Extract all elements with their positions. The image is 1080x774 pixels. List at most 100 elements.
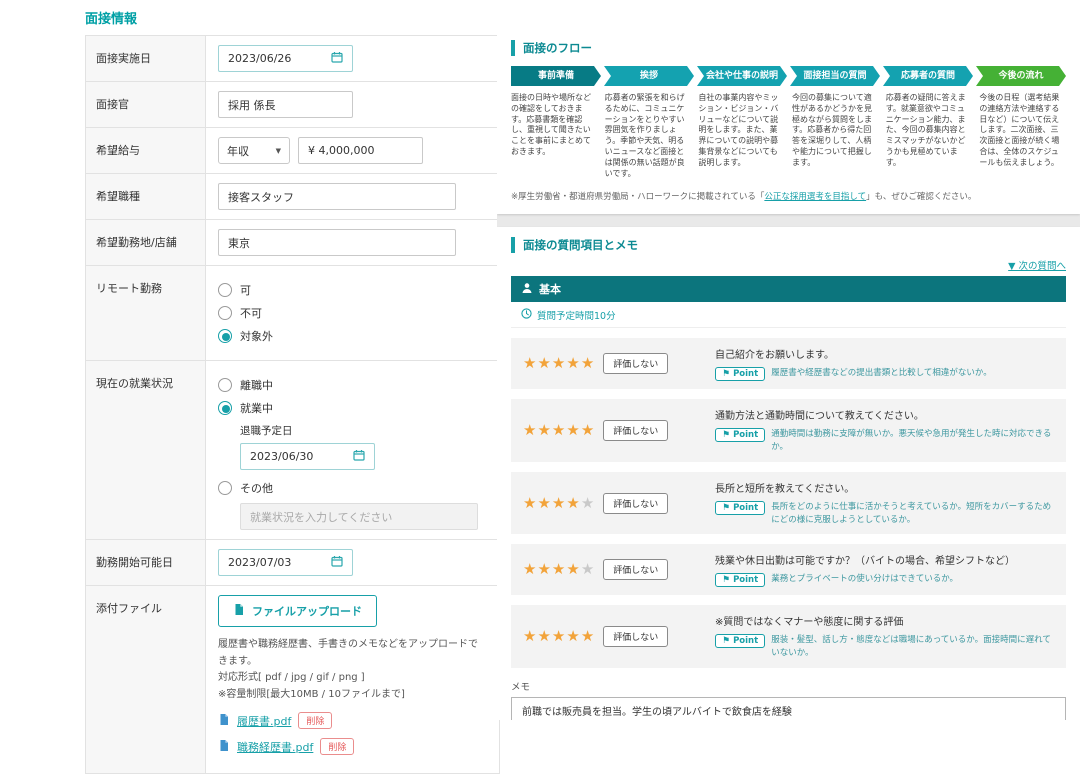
question-item: ★★★★★ 評価しない ※質問ではなくマナーや態度に関する評価 ⚑ Point 服… xyxy=(511,605,1066,668)
salary-amount-input[interactable]: ¥ 4,000,000 xyxy=(298,137,423,164)
radio-icon xyxy=(218,283,232,297)
no-rating-button[interactable]: 評価しない xyxy=(603,353,669,375)
flag-icon: ⚑ xyxy=(722,369,731,380)
point-text: 業務とプライベートの使い分けはできているか。 xyxy=(771,574,959,585)
interview-info-panel: 面接情報 面接実施日 2023/06/26 面接官 採用 係長 希望給与 年収 xyxy=(85,8,500,774)
calendar-icon[interactable] xyxy=(331,51,343,66)
interview-form-table: 面接実施日 2023/06/26 面接官 採用 係長 希望給与 年収 ▼ ¥ 4… xyxy=(85,35,500,774)
delete-file-button[interactable]: 削除 xyxy=(320,738,355,755)
flow-step-interviewer-questions: 面接担当の質問 xyxy=(790,66,880,86)
flow-step-greeting: 挨拶 xyxy=(604,66,694,86)
radio-employment-other[interactable]: その他 xyxy=(218,480,487,496)
file-upload-button[interactable]: ファイルアップロード xyxy=(218,595,377,627)
flow-description: 面接の日時や場所などの確認をしておきます。応募書類を確認し、重視して聞きたいこと… xyxy=(511,93,591,156)
field-label-start-date: 勤務開始可能日 xyxy=(85,539,206,586)
flag-icon: ⚑ xyxy=(722,636,731,647)
point-badge: ⚑ Point xyxy=(715,500,766,515)
point-text: 長所をどのように仕事に活かそうと考えているか。短所をカバーするためにどの様に克服… xyxy=(771,501,1052,525)
radio-employment-unemployed[interactable]: 離職中 xyxy=(218,377,487,393)
table-row: 希望給与 年収 ▼ ¥ 4,000,000 xyxy=(85,127,500,174)
flow-description: 今回の募集について適性があるかどうかを見極めながら質問をします。応募者から得た回… xyxy=(792,93,873,167)
field-label-salary: 希望給与 xyxy=(85,127,206,174)
radio-remote-no[interactable]: 不可 xyxy=(218,305,487,321)
flow-step-company-explanation: 会社や仕事の説明 xyxy=(697,66,787,86)
table-row: 現在の就業状況 離職中 就業中 退職予定日 2023/06/30 その他 就業状… xyxy=(85,360,500,540)
question-text: 残業や休日出勤は可能ですか？（バイトの場合、希望シフトなど） xyxy=(715,556,1015,568)
retirement-date-input[interactable]: 2023/06/30 xyxy=(240,443,375,470)
question-text: ※質問ではなくマナーや態度に関する評価 xyxy=(715,617,904,629)
question-item: ★★★★★ 評価しない 通勤方法と通勤時間について教えてください。 ⚑ Point… xyxy=(511,399,1066,462)
radio-icon xyxy=(218,306,232,320)
radio-icon xyxy=(218,329,232,343)
person-icon xyxy=(521,282,533,297)
point-text: 通勤時間は勤務に支障が無いか。悪天候や急用が発生した時に対応できるか。 xyxy=(771,429,1052,453)
no-rating-button[interactable]: 評価しない xyxy=(603,420,669,442)
fair-selection-note: ※厚生労働省・都道府県労働局・ハローワークに掲載されている「公正な採用選考を目指… xyxy=(511,192,977,203)
file-link-career[interactable]: 職務経歴書.pdf xyxy=(237,739,313,755)
employment-other-input[interactable]: 就業状況を入力してください xyxy=(240,503,478,530)
location-input[interactable]: 東京 xyxy=(218,229,456,256)
flag-icon: ⚑ xyxy=(722,502,731,513)
no-rating-button[interactable]: 評価しない xyxy=(603,492,669,514)
field-label-employment: 現在の就業状況 xyxy=(85,360,206,540)
salary-type-select[interactable]: 年収 ▼ xyxy=(218,137,290,164)
field-label-interviewer: 面接官 xyxy=(85,81,206,128)
file-link-resume[interactable]: 履歴書.pdf xyxy=(237,713,291,729)
attached-file-row: 職務経歴書.pdf 削除 xyxy=(218,738,487,755)
start-date-input[interactable]: 2023/07/03 xyxy=(218,549,353,576)
question-time-row: 質問予定時間10分 xyxy=(511,302,1066,329)
question-text: 通勤方法と通勤時間について教えてください。 xyxy=(715,411,924,423)
table-row: 勤務開始可能日 2023/07/03 xyxy=(85,539,500,586)
table-row: リモート勤務 可 不可 対象外 xyxy=(85,265,500,361)
point-badge: ⚑ Point xyxy=(715,634,766,649)
field-label-attachments: 添付ファイル xyxy=(85,585,206,774)
table-row: 希望職種 接客スタッフ xyxy=(85,173,500,220)
flow-section-title: 面接のフロー xyxy=(511,40,1066,56)
radio-icon xyxy=(218,378,232,392)
star-rating[interactable]: ★★★★★ xyxy=(523,423,595,438)
calendar-icon[interactable] xyxy=(353,449,365,464)
flow-steps: 事前準備 挨拶 会社や仕事の説明 面接担当の質問 応募者の質問 今後の流れ xyxy=(511,66,1066,86)
file-icon xyxy=(233,603,245,619)
no-rating-button[interactable]: 評価しない xyxy=(603,559,669,581)
radio-icon xyxy=(218,401,232,415)
fair-selection-link[interactable]: 公正な採用選考を目指して xyxy=(764,192,866,202)
question-category-header: 基本 xyxy=(511,276,1066,303)
next-question-link[interactable]: ▼ 次の質問へ xyxy=(511,258,1066,272)
interviewer-input[interactable]: 採用 係長 xyxy=(218,91,353,118)
questions-memo-card: 面接の質問項目とメモ ▼ 次の質問へ 基本 質問予定時間10分 ★★★★★ 評価… xyxy=(497,227,1080,720)
job-type-input[interactable]: 接客スタッフ xyxy=(218,183,456,210)
flag-icon: ⚑ xyxy=(722,430,731,441)
field-label-interview-date: 面接実施日 xyxy=(85,35,206,82)
radio-remote-na[interactable]: 対象外 xyxy=(218,328,487,344)
attached-file-row: 履歴書.pdf 削除 xyxy=(218,712,487,729)
star-rating[interactable]: ★★★★★ xyxy=(523,495,595,511)
retirement-date-label: 退職予定日 xyxy=(240,425,293,437)
field-label-job-type: 希望職種 xyxy=(85,173,206,220)
question-item: ★★★★★ 評価しない 長所と短所を教えてください。 ⚑ Point 長所をどのよ… xyxy=(511,471,1066,535)
interview-guide-panel: 面接のフロー 事前準備 挨拶 会社や仕事の説明 面接担当の質問 応募者の質問 今… xyxy=(497,30,1080,720)
point-badge: ⚑ Point xyxy=(715,428,766,443)
table-row: 添付ファイル ファイルアップロード 履歴書や職務経歴書、手書きのメモなどをアップ… xyxy=(85,585,500,774)
question-text: 自己紹介をお願いします。 xyxy=(715,350,834,362)
memo-label: メモ xyxy=(511,681,531,693)
memo-textarea[interactable]: 前職では販売員を担当。学生の頃アルバイトで飲食店を経験 コミュニケーション力に長… xyxy=(511,696,1066,720)
radio-employment-employed[interactable]: 就業中 xyxy=(218,400,487,416)
upload-description: 履歴書や職務経歴書、手書きのメモなどをアップロードできます。 対応形式[ pdf… xyxy=(218,639,478,700)
star-rating[interactable]: ★★★★★ xyxy=(523,562,595,577)
calendar-icon[interactable] xyxy=(331,555,343,570)
pdf-file-icon xyxy=(218,739,230,755)
chevron-down-icon: ▼ xyxy=(275,146,281,155)
table-row: 希望勤務地/店舗 東京 xyxy=(85,219,500,266)
interview-date-input[interactable]: 2023/06/26 xyxy=(218,45,353,72)
flow-step-applicant-questions: 応募者の質問 xyxy=(883,66,973,86)
pdf-file-icon xyxy=(218,713,230,729)
field-label-location: 希望勤務地/店舗 xyxy=(85,219,206,266)
delete-file-button[interactable]: 削除 xyxy=(298,712,333,729)
star-rating[interactable]: ★★★★★ xyxy=(523,356,595,371)
star-rating[interactable]: ★★★★★ xyxy=(523,629,595,644)
no-rating-button[interactable]: 評価しない xyxy=(603,626,669,648)
point-badge: ⚑ Point xyxy=(715,573,766,588)
flow-descriptions: 面接の日時や場所などの確認をしておきます。応募書類を確認し、重視して聞きたいこと… xyxy=(511,93,1066,179)
radio-remote-yes[interactable]: 可 xyxy=(218,282,487,298)
